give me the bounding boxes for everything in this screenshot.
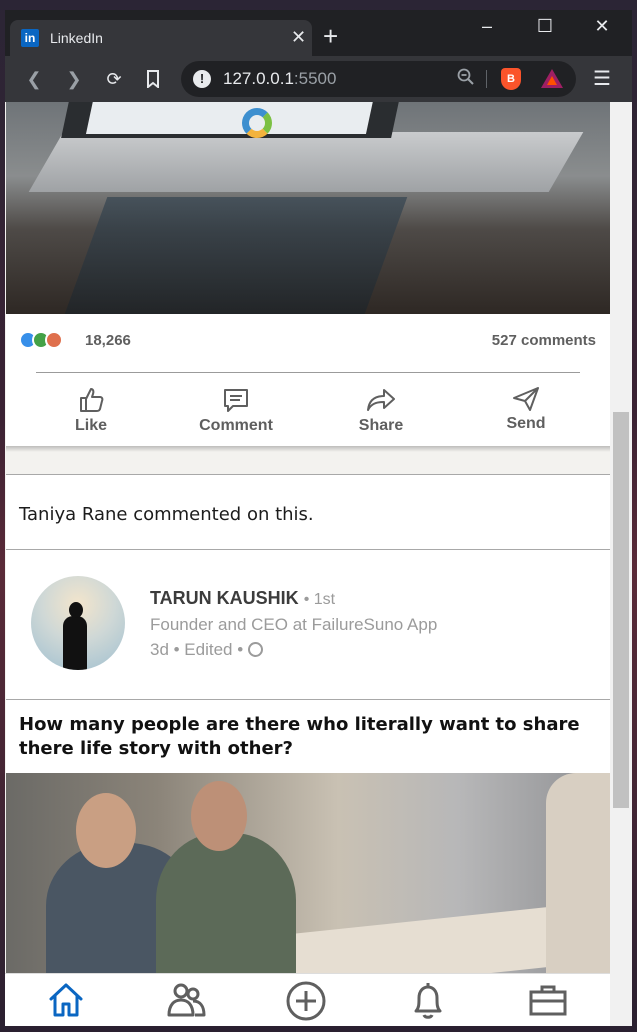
post-body: How many people are there who literally …	[6, 700, 610, 773]
laptop-reflection	[64, 197, 408, 314]
brave-shield-icon[interactable]: B	[501, 68, 521, 90]
send-button[interactable]: Send	[466, 378, 586, 442]
laptop-screen	[61, 102, 401, 138]
screen-dashboard	[85, 102, 374, 134]
url-port: :5500	[293, 69, 337, 88]
tab-linkedin[interactable]: in LinkedIn ✕	[10, 20, 312, 56]
author-headline: Founder and CEO at FailureSuno App	[150, 615, 438, 634]
like-label: Like	[74, 417, 107, 434]
nav-home[interactable]	[41, 980, 91, 1022]
bottom-navigation	[5, 973, 610, 1026]
share-icon	[367, 389, 395, 411]
page-viewport: 18,266 527 comments Like Comment Share S…	[5, 102, 610, 1026]
zoom-icon[interactable]	[457, 68, 475, 91]
nav-notifications[interactable]	[403, 980, 453, 1022]
page-scrollbar[interactable]	[610, 102, 632, 1026]
post-meta: 3d • Edited •	[150, 640, 263, 660]
tab-title: LinkedIn	[50, 30, 103, 46]
send-label: Send	[506, 415, 546, 432]
avatar[interactable]	[31, 576, 125, 670]
activity-text[interactable]: Taniya Rane commented on this.	[19, 504, 314, 525]
browser-window: in LinkedIn ✕ + – ☐ ✕ ❮ ❯ ⟳ ! 127.0.0.1:…	[5, 10, 632, 1026]
post-author: TARUN KAUSHIK • 1st Founder and CEO at F…	[6, 550, 610, 700]
reload-icon[interactable]: ⟳	[101, 66, 127, 92]
stats-divider	[36, 372, 580, 373]
site-info-icon[interactable]: !	[193, 70, 211, 88]
browser-toolbar: ❮ ❯ ⟳ ! 127.0.0.1:5500 B ☰	[5, 56, 632, 102]
add-post-icon	[286, 981, 326, 1021]
meeting-person-center-head	[191, 781, 247, 851]
screen-donut-chart	[242, 108, 272, 138]
comment-label: Comment	[199, 417, 273, 434]
thumbs-up-icon	[80, 388, 104, 412]
bell-icon	[414, 983, 442, 1019]
linkedin-favicon-icon: in	[21, 29, 39, 47]
forward-icon[interactable]: ❯	[61, 66, 87, 92]
laptop-body	[28, 132, 584, 192]
reactions-count[interactable]: 18,266	[85, 332, 131, 349]
nav-my-network[interactable]	[161, 980, 211, 1022]
meeting-person-left-head	[76, 793, 136, 868]
love-reaction-icon	[45, 331, 63, 349]
avatar-silhouette-head	[69, 602, 83, 618]
comments-count[interactable]: 527 comments	[492, 332, 596, 349]
post-text: How many people are there who literally …	[19, 714, 580, 759]
post-meta-text: 3d • Edited •	[150, 640, 248, 659]
omnibox-separator	[486, 70, 487, 88]
share-button[interactable]: Share	[321, 378, 441, 442]
activity-header: Taniya Rane commented on this.	[6, 474, 610, 550]
close-window-button[interactable]: ✕	[582, 16, 622, 37]
comment-button[interactable]: Comment	[176, 378, 296, 442]
scrollbar-thumb[interactable]	[613, 412, 629, 808]
meeting-person-center	[156, 833, 296, 973]
minimize-button[interactable]: –	[467, 16, 507, 37]
maximize-button[interactable]: ☐	[525, 16, 565, 37]
nav-jobs[interactable]	[523, 980, 573, 1022]
share-label: Share	[358, 417, 404, 434]
nav-post[interactable]	[281, 980, 331, 1022]
post-social-bar: 18,266 527 comments Like Comment Share S…	[6, 314, 610, 446]
new-tab-icon[interactable]: +	[323, 23, 338, 49]
briefcase-icon	[529, 985, 567, 1016]
card-shadow	[6, 446, 610, 452]
avatar-silhouette-body	[63, 616, 87, 670]
comment-icon	[224, 389, 248, 412]
back-icon[interactable]: ❮	[21, 66, 47, 92]
meeting-person-right	[546, 773, 610, 973]
network-icon	[167, 983, 206, 1017]
url-host: 127.0.0.1	[223, 69, 294, 88]
post-image-laptop[interactable]	[6, 102, 610, 314]
tab-close-icon[interactable]: ✕	[291, 27, 306, 48]
home-icon	[49, 983, 83, 1017]
url-text[interactable]: 127.0.0.1:5500	[223, 69, 336, 89]
post-image-meeting[interactable]	[6, 773, 610, 973]
address-bar[interactable]: ! 127.0.0.1:5500 B	[181, 61, 576, 97]
menu-icon[interactable]: ☰	[593, 66, 611, 91]
tab-strip: in LinkedIn ✕ + – ☐ ✕	[5, 10, 632, 56]
globe-icon	[247, 642, 263, 657]
like-button[interactable]: Like	[31, 378, 151, 442]
bookmark-icon[interactable]	[140, 66, 166, 92]
send-icon	[513, 387, 539, 411]
bat-rewards-icon[interactable]	[541, 69, 563, 88]
author-name-text: TARUN KAUSHIK	[150, 588, 299, 608]
author-name[interactable]: TARUN KAUSHIK • 1st	[150, 588, 335, 609]
connection-degree: • 1st	[303, 591, 336, 608]
